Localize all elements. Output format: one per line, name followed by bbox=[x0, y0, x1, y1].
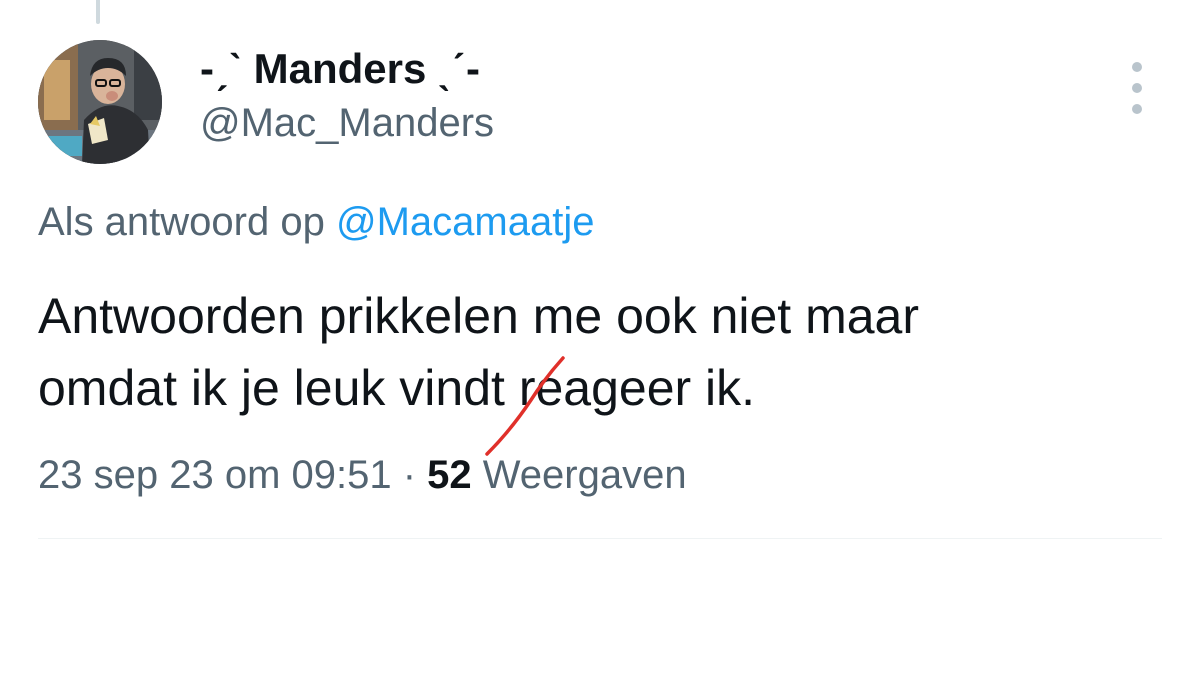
avatar[interactable] bbox=[38, 40, 162, 164]
views-count: 52 bbox=[427, 453, 472, 497]
tweet-text-line-1: Antwoorden prikkelen me ook niet maar bbox=[38, 288, 920, 344]
views-label: Weergaven bbox=[471, 453, 687, 497]
struck-letter-text: t bbox=[491, 360, 505, 416]
tweet-text-line-2: omdat ik je leuk vindt reageer ik. bbox=[38, 352, 1148, 456]
more-vertical-icon-dot-3 bbox=[1132, 104, 1142, 114]
thread-connector-line bbox=[96, 0, 100, 24]
meta-separator: · bbox=[391, 453, 428, 497]
more-vertical-icon bbox=[1132, 62, 1142, 72]
user-handle[interactable]: @Mac_Manders bbox=[200, 98, 494, 148]
tweet-text-after-strike: reageer ik. bbox=[504, 360, 756, 416]
more-vertical-icon-dot-2 bbox=[1132, 83, 1142, 93]
reply-prefix: Als antwoord op bbox=[38, 200, 325, 244]
more-options-button[interactable] bbox=[1120, 62, 1154, 114]
struck-letter: t bbox=[485, 352, 565, 456]
reply-context: Als antwoord op @Macamaatje bbox=[38, 196, 594, 248]
avatar-image bbox=[38, 40, 162, 164]
divider bbox=[38, 538, 1162, 539]
timestamp[interactable]: 23 sep 23 om 09:51 bbox=[38, 453, 392, 497]
tweet-text-before-strike: omdat ik je leuk vind bbox=[38, 360, 492, 416]
reply-mention-link[interactable]: @Macamaatje bbox=[336, 200, 594, 244]
tweet-text: Antwoorden prikkelen me ook niet maar om… bbox=[38, 280, 1148, 456]
tweet-meta: 23 sep 23 om 09:51 · 52 Weergaven bbox=[38, 448, 687, 502]
display-name[interactable]: -ˏˋ Manders ˎˊ- bbox=[200, 44, 480, 94]
